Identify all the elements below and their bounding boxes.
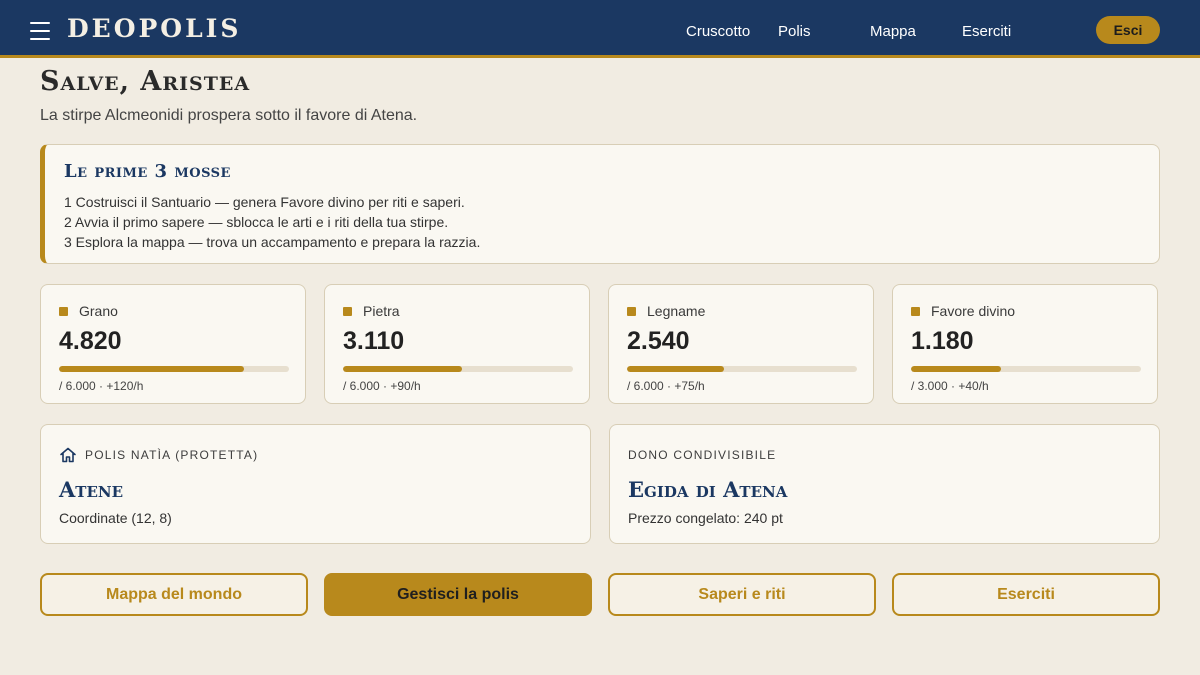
first-moves-card: Le prime 3 mosse 1 Costruisci il Santuar… [40, 144, 1160, 264]
nav-polis[interactable]: Polis [778, 23, 811, 40]
resource-progress-bar [343, 366, 573, 372]
resource-marker-icon [627, 307, 636, 316]
world-map-button[interactable]: Mappa del mondo [40, 573, 308, 616]
polis-coordinates: Coordinate (12, 8) [59, 510, 172, 526]
page-title: Salve, Aristea [40, 66, 251, 97]
resource-capacity-rate: / 3.000 · +40/h [911, 379, 989, 393]
nav-eserciti[interactable]: Eserciti [962, 23, 1011, 40]
gift-name: Egida di Atena [628, 477, 788, 502]
resource-progress-fill [59, 366, 244, 372]
first-moves-step: 2 Avvia il primo sapere — sblocca le art… [64, 214, 449, 230]
resource-value: 4.820 [59, 327, 122, 355]
shareable-gift-card[interactable]: DONO CONDIVISIBILE Egida di Atena Prezzo… [609, 424, 1160, 544]
resource-card-grano: Grano 4.820 / 6.000 · +120/h [40, 284, 306, 404]
resource-card-favore-divino: Favore divino 1.180 / 3.000 · +40/h [892, 284, 1158, 404]
polis-name: Atene [59, 477, 124, 502]
armies-button[interactable]: Eserciti [892, 573, 1160, 616]
resource-progress-bar [911, 366, 1141, 372]
resource-capacity-rate: / 6.000 · +90/h [343, 379, 421, 393]
resource-capacity-rate: / 6.000 · +120/h [59, 379, 144, 393]
resource-capacity-rate: / 6.000 · +75/h [627, 379, 705, 393]
hamburger-menu-icon[interactable] [30, 22, 50, 40]
resource-card-pietra: Pietra 3.110 / 6.000 · +90/h [324, 284, 590, 404]
resource-name: Grano [79, 303, 118, 319]
first-moves-step: 1 Costruisci il Santuario — genera Favor… [64, 194, 465, 210]
resource-progress-fill [343, 366, 463, 372]
resource-name: Pietra [363, 303, 400, 319]
resource-progress-fill [911, 366, 1002, 372]
resource-progress-bar [627, 366, 857, 372]
gift-price: Prezzo congelato: 240 pt [628, 510, 783, 526]
resource-name: Favore divino [931, 303, 1016, 319]
resource-marker-icon [911, 307, 920, 316]
resource-progress-fill [627, 366, 725, 372]
resource-marker-icon [59, 307, 68, 316]
home-polis-card[interactable]: POLIS NATÌA (PROTETTA) Atene Coordinate … [40, 424, 591, 544]
resource-card-legname: Legname 2.540 / 6.000 · +75/h [608, 284, 874, 404]
resource-name: Legname [647, 303, 706, 319]
resource-value: 2.540 [627, 327, 690, 355]
resource-value: 1.180 [911, 327, 974, 355]
first-moves-title: Le prime 3 mosse [64, 161, 231, 182]
brand-logo[interactable]: DEOPOLIS [67, 14, 241, 43]
home-icon [60, 447, 76, 463]
resource-value: 3.110 [343, 327, 405, 355]
nav-mappa[interactable]: Mappa [870, 23, 916, 40]
resource-marker-icon [343, 307, 352, 316]
nav-cruscotto[interactable]: Cruscotto [686, 23, 750, 40]
manage-polis-button[interactable]: Gestisci la polis [324, 573, 592, 616]
top-navigation-bar: DEOPOLIS Cruscotto Polis Mappa Eserciti … [0, 0, 1200, 58]
resource-progress-bar [59, 366, 289, 372]
page-subtitle: La stirpe Alcmeonidi prospera sotto il f… [40, 107, 418, 124]
gift-caption: DONO CONDIVISIBILE [628, 448, 777, 462]
polis-caption: POLIS NATÌA (PROTETTA) [85, 448, 259, 462]
knowledge-rites-button[interactable]: Saperi e riti [608, 573, 876, 616]
first-moves-step: 3 Esplora la mappa — trova un accampamen… [64, 234, 481, 250]
logout-button[interactable]: Esci [1096, 16, 1160, 44]
